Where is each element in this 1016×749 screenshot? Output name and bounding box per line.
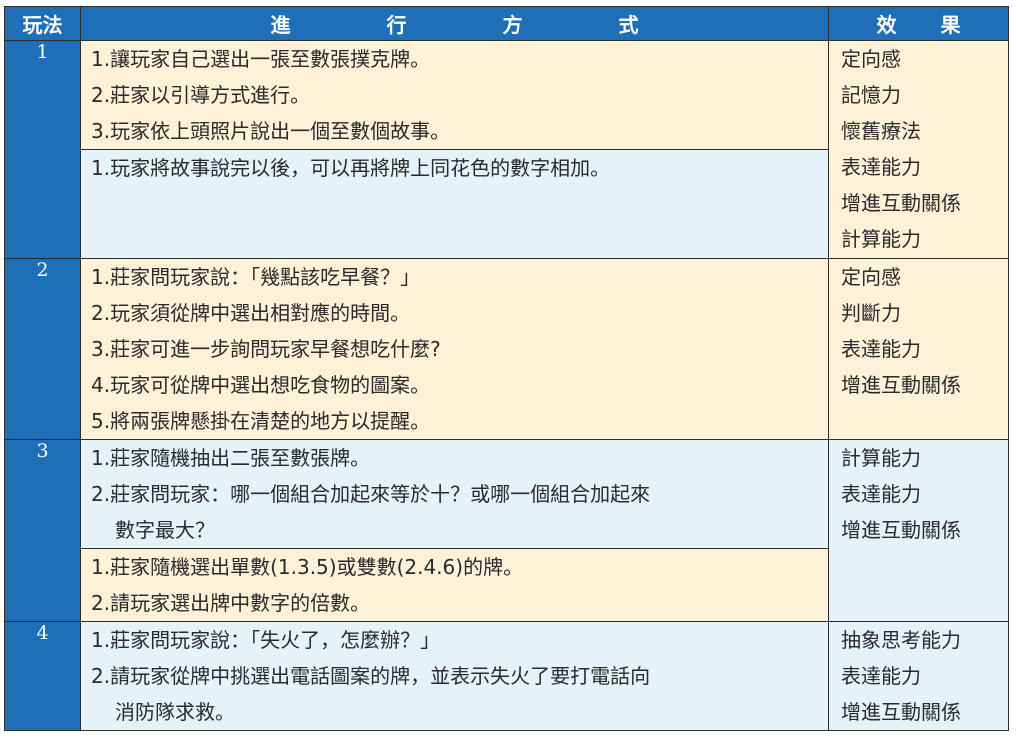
- method-line: 4.玩家可從牌中選出想吃食物的圖案。: [91, 373, 431, 397]
- method-line: 5.將兩張牌懸掛在清楚的地方以提醒。: [91, 409, 431, 433]
- effect-item: 表達能力: [841, 337, 921, 361]
- play-number: 3: [4, 439, 81, 622]
- method-line: 消防隊求救。: [115, 700, 235, 724]
- method-line: 1.讓玩家自己選出一張至數張撲克牌。: [91, 47, 431, 71]
- effect-item: 表達能力: [841, 155, 921, 179]
- play-number: 1: [4, 40, 81, 259]
- method-line: 3.玩家依上頭照片說出一個至數個故事。: [91, 119, 451, 143]
- table-row: 4 1.莊家問玩家說：「失火了，怎麼辦？」 2.請玩家從牌中挑選出電話圖案的牌，…: [4, 621, 1009, 731]
- header-effect-char: 效: [876, 13, 897, 37]
- method-line: 1.莊家問玩家說：「失火了，怎麼辦？」: [91, 628, 441, 652]
- play-number: 4: [4, 621, 81, 731]
- effect-item: 判斷力: [841, 301, 901, 325]
- play-methods-table: 玩法 進行方式 效果 1 1.讓玩家自己選出一張至數張撲克牌。 2.莊家以引導方…: [4, 6, 1009, 731]
- method-line: 2.莊家以引導方式進行。: [91, 83, 311, 107]
- method-line: 2.莊家問玩家：哪一個組合加起來等於十？或哪一個組合加起來: [91, 482, 651, 506]
- method-line: 2.請玩家從牌中挑選出電話圖案的牌，並表示失火了要打電話向: [91, 664, 651, 688]
- table-row: 3 1.莊家隨機抽出二張至數張牌。 2.莊家問玩家：哪一個組合加起來等於十？或哪…: [4, 439, 1009, 622]
- method-cell: 1.莊家隨機選出單數(1.3.5)或雙數(2.4.6)的牌。 2.請玩家選出牌中…: [80, 548, 829, 622]
- header-effect-char: 果: [940, 13, 961, 37]
- effect-item: 表達能力: [841, 664, 921, 688]
- method-cell: 1.玩家將故事說完以後，可以再將牌上同花色的數字相加。: [80, 149, 829, 259]
- method-line: 數字最大？: [115, 518, 215, 542]
- method-line: 1.莊家問玩家說：「幾點該吃早餐？」: [91, 265, 421, 289]
- effect-item: 增進互動關係: [841, 700, 961, 724]
- effect-item: 增進互動關係: [841, 373, 961, 397]
- effect-item: 計算能力: [841, 227, 921, 251]
- header-method: 進行方式: [80, 6, 829, 41]
- effect-cell: 定向感 判斷力 表達能力 增進互動關係: [828, 258, 1009, 440]
- method-cell: 1.莊家問玩家說：「失火了，怎麼辦？」 2.請玩家從牌中挑選出電話圖案的牌，並表…: [80, 621, 829, 731]
- method-cell: 1.讓玩家自己選出一張至數張撲克牌。 2.莊家以引導方式進行。 3.玩家依上頭照…: [80, 40, 829, 150]
- effect-item: 增進互動關係: [841, 518, 961, 542]
- effect-item: 定向感: [841, 265, 901, 289]
- effect-cell: 抽象思考能力 表達能力 增進互動關係: [828, 621, 1009, 731]
- method-line: 2.請玩家選出牌中數字的倍數。: [91, 591, 371, 615]
- effect-item: 記憶力: [841, 83, 901, 107]
- header-method-char: 式: [618, 13, 639, 37]
- effect-item: 懷舊療法: [841, 119, 921, 143]
- table-row: 1 1.讓玩家自己選出一張至數張撲克牌。 2.莊家以引導方式進行。 3.玩家依上…: [4, 40, 1009, 259]
- table-row: 2 1.莊家問玩家說：「幾點該吃早餐？」 2.玩家須從牌中選出相對應的時間。 3…: [4, 258, 1009, 440]
- header-method-char: 進: [270, 13, 291, 37]
- method-cell: 1.莊家問玩家說：「幾點該吃早餐？」 2.玩家須從牌中選出相對應的時間。 3.莊…: [80, 258, 829, 440]
- header-method-char: 行: [386, 13, 407, 37]
- method-line: 1.莊家隨機抽出二張至數張牌。: [91, 446, 371, 470]
- play-number: 2: [4, 258, 81, 440]
- method-line: 3.莊家可進一步詢問玩家早餐想吃什麼?: [91, 337, 441, 361]
- method-cell: 1.莊家隨機抽出二張至數張牌。 2.莊家問玩家：哪一個組合加起來等於十？或哪一個…: [80, 439, 829, 549]
- effect-item: 抽象思考能力: [841, 628, 961, 652]
- effect-item: 表達能力: [841, 482, 921, 506]
- effect-item: 增進互動關係: [841, 191, 961, 215]
- effect-item: 定向感: [841, 47, 901, 71]
- method-line: 1.莊家隨機選出單數(1.3.5)或雙數(2.4.6)的牌。: [91, 555, 524, 579]
- method-line: 2.玩家須從牌中選出相對應的時間。: [91, 301, 411, 325]
- effect-cell: 定向感 記憶力 懷舊療法 表達能力 增進互動關係 計算能力: [828, 40, 1009, 259]
- header-play: 玩法: [4, 6, 81, 41]
- header-row: 玩法 進行方式 效果: [4, 6, 1009, 41]
- effect-cell: 計算能力 表達能力 增進互動關係: [828, 439, 1009, 622]
- method-line: 1.玩家將故事說完以後，可以再將牌上同花色的數字相加。: [91, 156, 611, 180]
- header-method-char: 方: [502, 13, 523, 37]
- effect-item: 計算能力: [841, 446, 921, 470]
- header-effect: 效果: [828, 6, 1009, 41]
